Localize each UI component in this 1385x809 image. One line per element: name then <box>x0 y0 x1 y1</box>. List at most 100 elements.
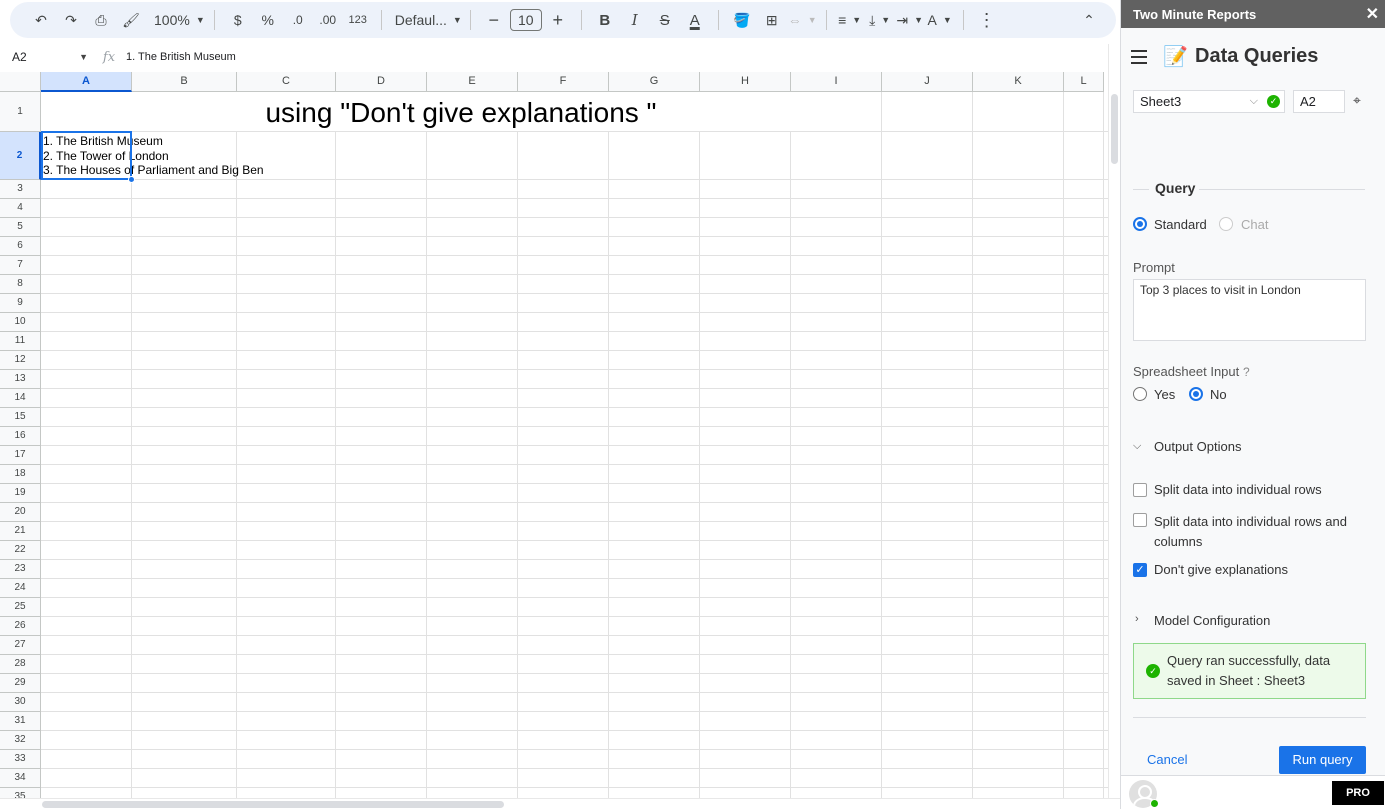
select-all-corner[interactable] <box>0 72 41 92</box>
standard-radio[interactable] <box>1133 217 1147 231</box>
bold-button[interactable]: B <box>591 6 619 34</box>
column-header[interactable]: F <box>518 72 609 92</box>
row-header[interactable]: 13 <box>0 370 41 389</box>
text-color-button[interactable]: A <box>681 6 709 34</box>
column-header[interactable]: G <box>609 72 700 92</box>
row-header[interactable]: 11 <box>0 332 41 351</box>
font-select[interactable]: Defaul... ▼ <box>391 6 462 34</box>
column-header[interactable]: I <box>791 72 882 92</box>
model-configuration-toggle[interactable]: Model Configuration <box>1154 613 1270 628</box>
row-header[interactable]: 6 <box>0 237 41 256</box>
align-icon[interactable]: ≡ ▼ <box>836 6 864 34</box>
formula-input[interactable]: 1. The British Museum <box>126 51 1116 63</box>
row-header[interactable]: 2 <box>0 132 41 180</box>
row-header[interactable]: 33 <box>0 750 41 769</box>
column-header[interactable]: H <box>700 72 791 92</box>
scrollbar-thumb[interactable] <box>1111 94 1118 164</box>
cancel-button[interactable]: Cancel <box>1147 752 1187 767</box>
column-header[interactable]: K <box>973 72 1064 92</box>
row-header[interactable]: 16 <box>0 427 41 446</box>
row-header[interactable]: 4 <box>0 199 41 218</box>
number-format-button[interactable]: 123 <box>344 6 372 34</box>
row-header[interactable]: 5 <box>0 218 41 237</box>
chevron-right-icon[interactable]: › <box>1135 613 1139 625</box>
pro-badge[interactable]: PRO <box>1332 781 1384 805</box>
vertical-scrollbar[interactable] <box>1108 44 1120 799</box>
print-icon[interactable]: ⎙ <box>87 6 115 34</box>
borders-icon[interactable]: ⊞ <box>758 6 786 34</box>
split-rows-checkbox[interactable] <box>1133 483 1147 497</box>
scrollbar-thumb[interactable] <box>42 801 504 808</box>
chevron-up-icon[interactable]: ⌃ <box>1075 6 1103 34</box>
row-header[interactable]: 15 <box>0 408 41 427</box>
font-size-input[interactable]: 10 <box>509 9 542 31</box>
column-header[interactable]: B <box>132 72 237 92</box>
decrease-decimal-button[interactable]: .0 <box>284 6 312 34</box>
column-header[interactable]: C <box>237 72 336 92</box>
cell-input[interactable]: A2 <box>1293 90 1345 113</box>
text-rotation-button[interactable]: A ▼ <box>926 6 954 34</box>
spreadsheet-grid[interactable]: ABCDEFGHIJKL 1 2 3 4 5 6 7 8 9 10 11 12 13 14 15 16 17 18… <box>0 72 1108 798</box>
zoom-select[interactable]: 100% ▼ <box>154 6 205 34</box>
row-header[interactable]: 18 <box>0 465 41 484</box>
row-header[interactable]: 10 <box>0 313 41 332</box>
increase-decimal-button[interactable]: .00 <box>314 6 342 34</box>
row-header[interactable]: 25 <box>0 598 41 617</box>
fill-color-icon[interactable]: 🪣 <box>728 6 756 34</box>
no-explanations-checkbox[interactable]: ✓ <box>1133 563 1147 577</box>
row-header[interactable]: 3 <box>0 180 41 199</box>
cell-A1-merged[interactable]: using "Don't give explanations " <box>41 92 881 132</box>
undo-icon[interactable]: ↶ <box>27 6 55 34</box>
column-header[interactable]: L <box>1064 72 1104 92</box>
output-options-toggle[interactable]: Output Options <box>1154 439 1241 454</box>
row-header[interactable]: 7 <box>0 256 41 275</box>
row-header[interactable]: 12 <box>0 351 41 370</box>
run-query-button[interactable]: Run query <box>1279 746 1366 774</box>
yes-radio[interactable] <box>1133 387 1147 401</box>
row-header[interactable]: 31 <box>0 712 41 731</box>
increase-font-size-button[interactable]: + <box>544 6 572 34</box>
name-box[interactable]: A2 ▼ <box>0 50 92 64</box>
row-header[interactable]: 27 <box>0 636 41 655</box>
vertical-align-icon[interactable]: ⤓ ▼ <box>866 6 894 34</box>
text-wrap-icon[interactable]: ⇥ ▼ <box>896 6 924 34</box>
close-icon[interactable]: ✕ <box>1366 4 1379 24</box>
column-header[interactable]: D <box>336 72 427 92</box>
row-header[interactable]: 20 <box>0 503 41 522</box>
row-header[interactable]: 21 <box>0 522 41 541</box>
row-header[interactable]: 17 <box>0 446 41 465</box>
row-header[interactable]: 14 <box>0 389 41 408</box>
redo-icon[interactable]: ↷ <box>57 6 85 34</box>
row-header[interactable]: 1 <box>0 92 41 132</box>
split-rows-cols-checkbox[interactable] <box>1133 513 1147 527</box>
row-header[interactable]: 32 <box>0 731 41 750</box>
fill-handle[interactable] <box>128 176 135 183</box>
merge-cells-icon[interactable]: ⇔ ▼ <box>788 6 817 34</box>
chevron-down-icon[interactable]: ⌵ <box>1133 440 1141 453</box>
paint-format-icon[interactable]: 🖌 <box>117 6 145 34</box>
percent-format-button[interactable]: % <box>254 6 282 34</box>
row-header[interactable]: 34 <box>0 769 41 788</box>
more-options-icon[interactable]: ⋮ <box>973 6 1001 34</box>
sheet-select[interactable]: Sheet3 ⌵ ✓ <box>1133 90 1285 113</box>
row-header[interactable]: 24 <box>0 579 41 598</box>
row-header[interactable]: 30 <box>0 693 41 712</box>
chat-radio[interactable] <box>1219 217 1233 231</box>
italic-button[interactable]: I <box>621 6 649 34</box>
decrease-font-size-button[interactable]: − <box>480 6 508 34</box>
row-header[interactable]: 8 <box>0 275 41 294</box>
row-header[interactable]: 29 <box>0 674 41 693</box>
column-header[interactable]: E <box>427 72 518 92</box>
column-header[interactable]: A <box>41 72 132 92</box>
row-header[interactable]: 35 <box>0 788 41 798</box>
prompt-textarea[interactable]: Top 3 places to visit in London <box>1133 279 1366 341</box>
column-header[interactable]: J <box>882 72 973 92</box>
strikethrough-button[interactable]: S <box>651 6 679 34</box>
menu-icon[interactable] <box>1131 50 1147 64</box>
cell-A2[interactable]: 1. The British Museum 2. The Tower of Lo… <box>43 134 264 178</box>
help-icon[interactable]: ? <box>1243 365 1250 379</box>
currency-format-button[interactable]: $ <box>224 6 252 34</box>
row-header[interactable]: 19 <box>0 484 41 503</box>
crosshair-icon[interactable]: ⌖ <box>1353 92 1361 109</box>
no-radio[interactable] <box>1189 387 1203 401</box>
